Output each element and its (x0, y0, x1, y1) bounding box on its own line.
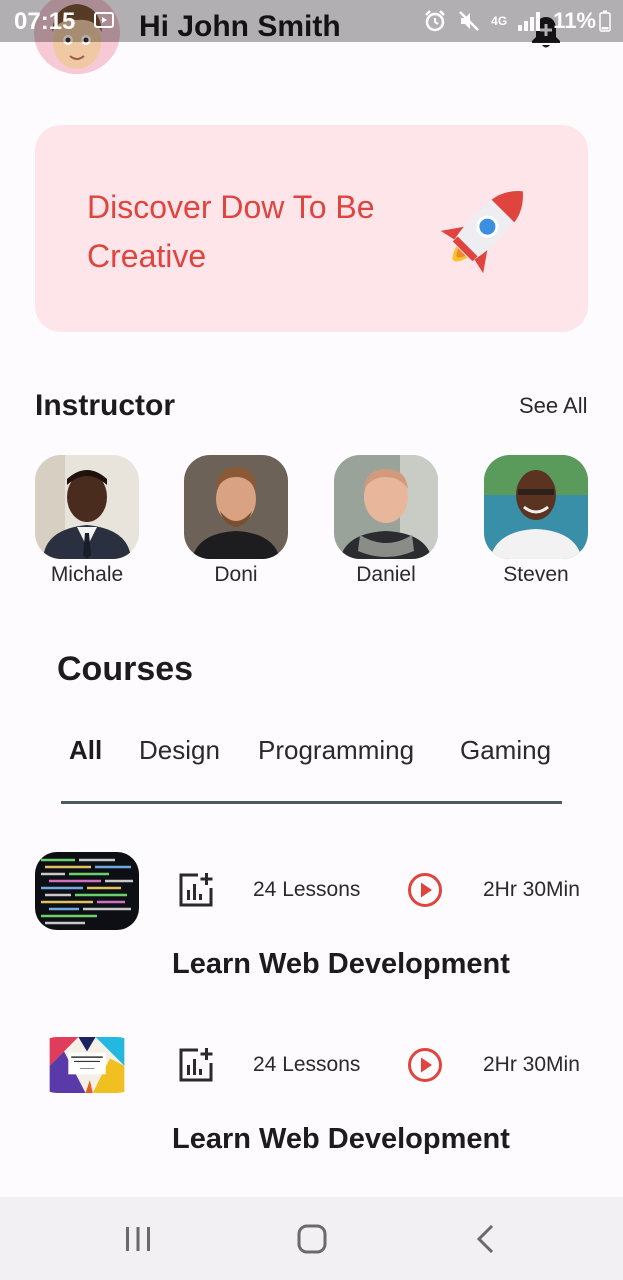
play-circle-icon[interactable] (407, 872, 443, 908)
instructor-name: Michale (50, 563, 124, 586)
instructor-card[interactable]: Steven (484, 455, 588, 587)
instructor-card[interactable]: Doni (184, 455, 288, 587)
banner-text: Discover Dow To Be Creative (87, 189, 375, 274)
instructor-photo (334, 455, 438, 559)
status-time: 07:15 (14, 8, 76, 35)
tab-design[interactable]: Design (139, 735, 220, 766)
battery-level: 11% (553, 8, 596, 33)
instructor-card[interactable]: Daniel (334, 455, 438, 587)
instructor-name: Steven (503, 563, 569, 586)
instructor-photo (184, 455, 288, 559)
back-icon[interactable] (466, 1221, 506, 1257)
tab-indicator (61, 801, 562, 804)
lessons-chart-icon (179, 1048, 213, 1082)
course-duration: 2Hr 30Min (483, 1053, 580, 1076)
signal-icon (518, 12, 541, 31)
instructor-photo (35, 455, 139, 559)
home-icon[interactable] (292, 1221, 332, 1257)
tab-all[interactable]: All (69, 735, 102, 766)
alarm-icon (425, 10, 446, 32)
instructor-section-title: Instructor (35, 389, 176, 422)
lessons-chart-icon (179, 873, 213, 907)
promo-banner[interactable]: Discover Dow To Be Creative (35, 125, 588, 332)
course-title: Learn Web Development (172, 948, 510, 980)
network-type: 4G (491, 14, 508, 28)
rocket-icon (440, 191, 523, 274)
course-title: Learn Web Development (172, 1123, 510, 1155)
instructor-name: Doni (214, 563, 258, 586)
course-card[interactable]: 24 Lessons 2Hr 30Min Learn Web Developme… (0, 852, 623, 992)
tab-gaming[interactable]: Gaming (460, 735, 551, 766)
lessons-count: 24 Lessons (253, 1053, 361, 1076)
course-thumbnail (49, 1037, 125, 1093)
instructor-photo (484, 455, 588, 559)
course-duration: 2Hr 30Min (483, 878, 580, 901)
instructor-name: Daniel (356, 563, 416, 586)
course-card[interactable]: 24 Lessons 2Hr 30Min Learn Web Developme… (0, 1027, 623, 1167)
screen-record-icon (94, 12, 114, 28)
status-bar: 07:15 4G 11% (0, 0, 623, 42)
courses-section-title: Courses (57, 650, 194, 688)
battery-icon (599, 10, 611, 32)
course-thumbnail (35, 852, 139, 930)
mute-icon (459, 11, 480, 31)
recent-apps-icon[interactable] (118, 1221, 158, 1257)
tab-programming[interactable]: Programming (258, 735, 414, 766)
system-navigation-bar (0, 1197, 623, 1280)
instructor-card[interactable]: Michale (35, 455, 139, 587)
see-all-link[interactable]: See All (519, 393, 588, 419)
lessons-count: 24 Lessons (253, 878, 361, 901)
play-circle-icon[interactable] (407, 1047, 443, 1083)
course-category-tabs: All Design Programming Gaming (0, 735, 623, 775)
